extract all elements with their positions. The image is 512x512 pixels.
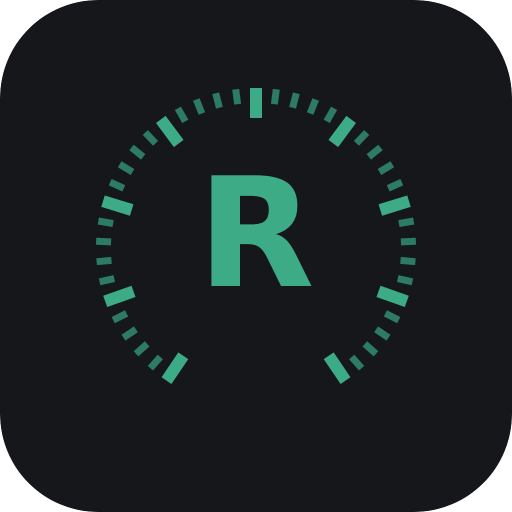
dial-minor-tick xyxy=(289,92,300,109)
dial-minor-tick xyxy=(270,88,280,105)
icon-letter: R xyxy=(197,145,315,322)
dial-minor-tick xyxy=(212,92,223,109)
app-icon: R xyxy=(0,0,512,512)
dial-minor-tick xyxy=(232,88,242,105)
